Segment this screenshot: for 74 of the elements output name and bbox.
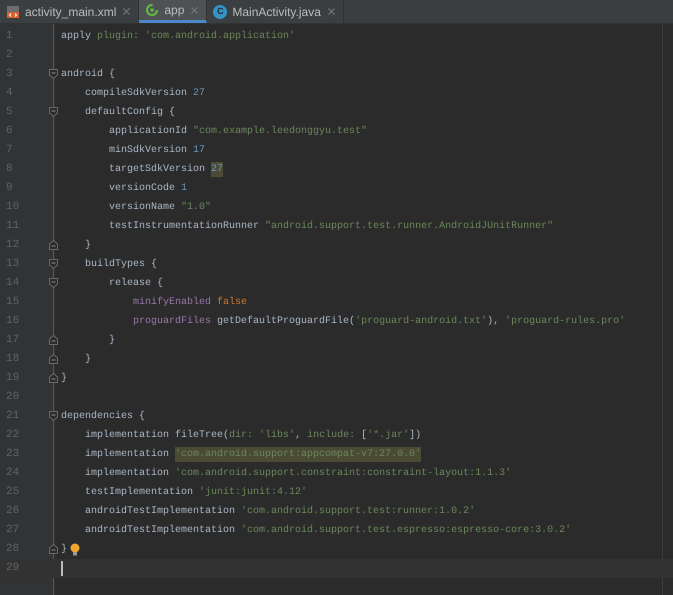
fold-marker-icon[interactable] <box>49 259 58 269</box>
fold-marker-icon[interactable] <box>49 373 58 383</box>
code-token: "com.example.leedonggyu.test" <box>193 124 368 139</box>
fold-marker-icon[interactable] <box>49 240 58 250</box>
code-token: ]) <box>409 428 422 443</box>
code-token: release { <box>108 276 164 291</box>
code-token: dir: <box>229 428 254 443</box>
gradle-file-icon <box>145 3 160 17</box>
code-token: 'com.android.support.test.espresso:espresso-core:3.0.2' <box>241 524 572 538</box>
code-token: false <box>217 296 248 310</box>
code-token: applicationId <box>108 124 188 139</box>
code-token: 1 <box>181 182 188 196</box>
code-token: "1.0" <box>181 200 212 215</box>
code-token: , <box>295 429 302 443</box>
fold-marker-icon[interactable] <box>49 107 58 117</box>
code-token: 17 <box>193 144 206 158</box>
code-token: compileSdkVersion <box>84 86 188 101</box>
code-token: implementation <box>84 448 170 462</box>
close-icon[interactable] <box>121 6 132 17</box>
lightbulb-icon[interactable] <box>70 543 80 556</box>
code-token: versionName <box>108 200 176 215</box>
code-token: androidTestImplementation <box>84 524 236 538</box>
text-cursor <box>61 561 63 576</box>
editor-tab[interactable]: C MainActivity.java <box>207 0 344 23</box>
code-token: minifyEnabled <box>132 296 212 310</box>
fold-marker-icon[interactable] <box>49 69 58 79</box>
code-token: proguardFiles <box>132 314 212 329</box>
code-token: defaultConfig { <box>84 106 176 120</box>
code-token: buildTypes { <box>84 258 158 272</box>
code-token: '*.jar' <box>367 428 410 443</box>
tab-label: MainActivity.java <box>232 4 321 20</box>
code-token: 27 <box>211 162 224 177</box>
code-token: 'junit:junit:4.12' <box>199 486 308 500</box>
code-token: 'proguard-rules.pro' <box>505 314 626 329</box>
class-file-icon: C <box>213 4 228 18</box>
code-token: testInstrumentationRunner <box>108 220 260 234</box>
code-token: 'com.android.support.test:runner:1.0.2' <box>241 504 476 519</box>
code-token: targetSdkVersion <box>108 162 206 177</box>
code-token: androidTestImplementation <box>84 504 236 519</box>
code-token: 'proguard-android.txt' <box>355 314 488 329</box>
code-token: 'com.android.application' <box>145 30 296 44</box>
tab-label: app <box>164 2 184 19</box>
tab-label: activity_main.xml <box>25 4 116 20</box>
xml-file-icon <box>6 4 20 18</box>
code-token: include: <box>307 428 356 443</box>
code-token: ), <box>487 314 500 329</box>
code-token: 'com.android.support.constraint:constraint-layout:1.1.3' <box>175 466 512 481</box>
code-token: 'com.android.support:appcompat-v7:27.0.0' <box>175 447 422 462</box>
code-token: apply <box>61 30 92 44</box>
close-icon[interactable] <box>326 6 337 17</box>
fold-marker-icon[interactable] <box>49 278 58 288</box>
fold-marker-icon[interactable] <box>49 411 58 421</box>
code-token: versionCode <box>108 182 176 196</box>
code-token: } <box>61 372 68 386</box>
code-token: } <box>84 352 92 367</box>
code-token: } <box>61 542 68 557</box>
code-token: 27 <box>193 87 206 101</box>
code-token: testImplementation <box>84 486 194 500</box>
fold-marker-icon[interactable] <box>49 544 58 554</box>
code-token: getDefaultProguardFile( <box>217 314 356 329</box>
code-token: dependencies { <box>61 410 146 424</box>
code-token: android { <box>61 68 116 82</box>
code-token: plugin: <box>97 30 140 44</box>
code-token: implementation fileTree( <box>84 428 230 443</box>
fold-marker-icon[interactable] <box>49 335 58 345</box>
code-token: } <box>108 334 116 348</box>
fold-marker-icon[interactable] <box>49 354 58 364</box>
editor-tab[interactable]: app <box>139 0 208 23</box>
code-token: "android.support.test.runner.AndroidJUnitRunner" <box>265 220 554 234</box>
code-token: 'libs' <box>259 428 296 443</box>
code-token: [ <box>361 428 368 443</box>
code-token: } <box>84 238 92 253</box>
code-token: implementation <box>84 466 170 481</box>
code-token: minSdkVersion <box>108 144 188 158</box>
